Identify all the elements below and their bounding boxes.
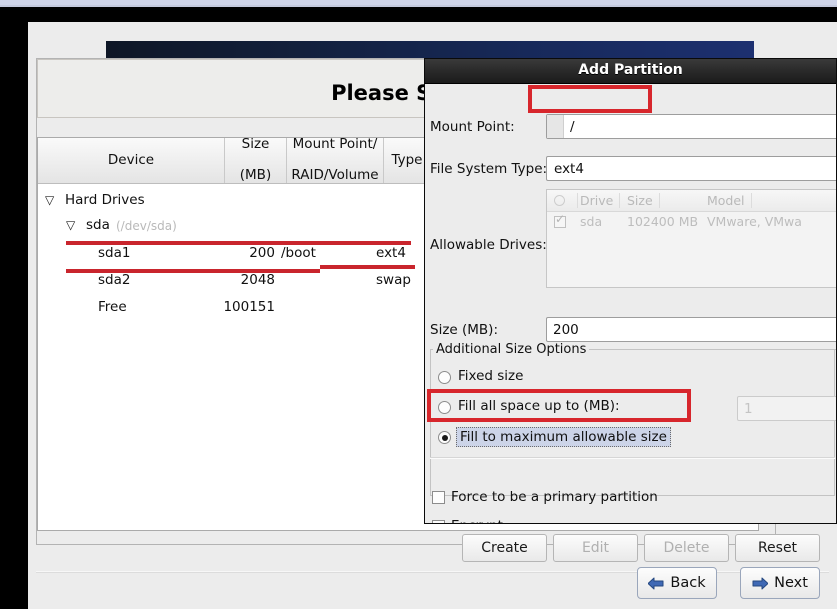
expander-icon[interactable]: ▽ — [66, 219, 75, 231]
radio-fill-all-space[interactable] — [438, 401, 451, 414]
row-mountpoint-value: /boot — [281, 245, 316, 261]
drives-header-divider — [570, 193, 578, 208]
drives-list-header: Drive Size Model — [547, 190, 836, 212]
annotation-underline-sda1 — [66, 241, 411, 245]
size-input[interactable]: 200 — [546, 317, 836, 342]
dialog-title-label: Add Partition — [578, 62, 683, 78]
arrow-left-icon — [648, 577, 664, 589]
partition-toolbar: Create Edit Delete Reset — [37, 534, 820, 564]
fs-type-label: File System Type: — [430, 161, 548, 177]
drives-column-model[interactable]: Model — [707, 193, 752, 208]
row-device-detail: (/dev/sda) — [116, 219, 177, 233]
delete-button[interactable]: Delete — [644, 534, 729, 562]
dialog-body: Mount Point: / File System Type: ext4 Al… — [425, 84, 836, 523]
row-device-label: sda — [86, 217, 110, 233]
column-header-device[interactable]: Device — [38, 138, 225, 183]
column-header-mountpoint[interactable]: Mount Point/ RAID/Volume — [287, 136, 384, 184]
force-primary-checkbox[interactable] — [432, 491, 445, 504]
annotation-underline-sda2-left — [66, 269, 320, 273]
back-button[interactable]: Back — [637, 567, 717, 599]
next-button-label: Next — [774, 575, 808, 591]
next-button[interactable]: Next — [740, 567, 820, 599]
radio-fill-all-space-label[interactable]: Fill all space up to (MB): — [458, 398, 620, 414]
size-value: 200 — [553, 321, 579, 338]
radio-fixed-size-label[interactable]: Fixed size — [458, 368, 523, 384]
additional-size-options-legend: Additional Size Options — [433, 342, 590, 357]
drive-size: 102400 MB — [627, 214, 699, 229]
edit-button-label: Edit — [581, 540, 610, 556]
allowable-drives-list[interactable]: Drive Size Model sda 102400 MB VMware, V… — [546, 189, 836, 288]
create-button[interactable]: Create — [462, 534, 547, 562]
row-size-value: 200 — [249, 245, 275, 261]
mount-point-value: / — [570, 118, 575, 135]
mount-point-label: Mount Point: — [430, 119, 515, 135]
fill-up-to-value: 1 — [744, 400, 753, 417]
radio-fill-maximum[interactable] — [438, 431, 451, 444]
mount-point-combo-pad — [547, 115, 564, 138]
fill-up-to-input[interactable]: 1 — [737, 396, 836, 421]
drive-model: VMware, VMwa — [707, 214, 802, 229]
row-device-label: sda1 — [98, 245, 131, 261]
column-header-type-label: Type — [391, 151, 423, 168]
radio-fill-maximum-label[interactable]: Fill to maximum allowable size — [456, 427, 671, 447]
delete-button-label: Delete — [663, 540, 710, 556]
options-divider — [430, 457, 835, 459]
annotation-underline-sda2-right — [320, 265, 415, 269]
encrypt-label[interactable]: Encrypt — [451, 518, 503, 523]
column-header-device-label: Device — [107, 151, 155, 168]
row-type-value: swap — [376, 272, 411, 288]
force-primary-label[interactable]: Force to be a primary partition — [451, 489, 658, 505]
fs-type-value: ext4 — [554, 160, 584, 177]
column-header-size-line2: (MB) — [239, 167, 272, 184]
arrow-right-icon — [752, 577, 769, 589]
allowable-drives-label: Allowable Drives: — [430, 237, 547, 253]
size-label: Size (MB): — [430, 322, 498, 338]
row-type-value: ext4 — [376, 245, 406, 261]
mount-point-input[interactable]: / — [546, 114, 836, 139]
column-header-size[interactable]: Size (MB) — [225, 136, 287, 184]
column-header-size-line1: Size — [241, 136, 270, 153]
drives-column-drive[interactable]: Drive — [580, 193, 621, 208]
column-header-mountpoint-line1: Mount Point/ — [292, 136, 378, 153]
create-button-label: Create — [481, 540, 528, 556]
column-header-mountpoint-line2: RAID/Volume — [291, 167, 379, 184]
back-button-label: Back — [670, 575, 706, 591]
desktop-top-strip-line — [0, 5, 837, 7]
row-size-value: 2048 — [240, 272, 275, 288]
row-size-value: 100151 — [223, 299, 275, 315]
drive-name: sda — [580, 214, 603, 229]
screen-root: Please Sele Device Size (MB) Mount Point… — [0, 0, 837, 609]
encrypt-checkbox[interactable] — [432, 520, 445, 523]
reset-button[interactable]: Reset — [735, 534, 820, 562]
drive-checkbox[interactable] — [554, 213, 566, 228]
fs-type-select[interactable]: ext4 — [546, 156, 836, 181]
add-partition-dialog: Add Partition Mount Point: / File System… — [424, 58, 837, 524]
row-device-label: Free — [98, 299, 127, 315]
drives-column-size[interactable]: Size — [627, 193, 660, 208]
edit-button[interactable]: Edit — [553, 534, 638, 562]
row-device-label: sda2 — [98, 272, 131, 288]
drive-row[interactable]: sda 102400 MB VMware, VMwa — [547, 212, 836, 232]
expander-icon[interactable]: ▽ — [45, 194, 54, 206]
reset-button-label: Reset — [757, 540, 798, 556]
row-device-label: Hard Drives — [65, 192, 145, 208]
dialog-titlebar[interactable]: Add Partition — [425, 59, 836, 84]
radio-fixed-size[interactable] — [438, 371, 451, 384]
drives-select-all-icon[interactable] — [554, 195, 565, 206]
